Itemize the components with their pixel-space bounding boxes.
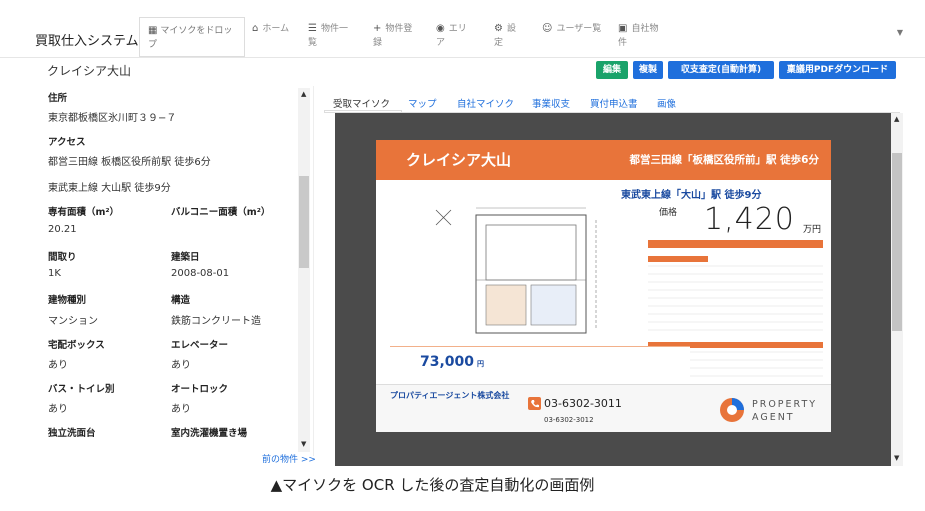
doc-rent: 73,000 円 (420, 354, 485, 370)
nav-item-own-properties[interactable]: ▣ 自社物件 (618, 22, 662, 50)
nav-item-area[interactable]: ◉ エリア (436, 22, 472, 50)
dropzone-label: マイソクをドロップ (148, 26, 233, 50)
phone-icon (528, 397, 541, 410)
nav-item-property-list[interactable]: ☰ 物件一覧 (308, 22, 352, 50)
figure-caption: ▲マイソクを OCR した後の査定自動化の画面例 (270, 476, 595, 494)
doc-access-line-1: 都営三田線「板橋区役所前」駅 徒歩6分 (629, 154, 819, 166)
scroll-up-icon[interactable]: ▲ (301, 90, 306, 98)
doc-price-label: 価格 (659, 208, 678, 218)
doc-price: 1,420 (704, 202, 795, 237)
copy-button[interactable]: 複製 (633, 61, 663, 79)
tab-images[interactable]: 画像 (657, 96, 676, 110)
bath-toilet-label: バス・トイレ別 (48, 384, 115, 395)
property-details-panel: 住所 東京都板橋区氷川町３９−７ アクセス 都営三田線 板橋区役所前駅 徒歩6分… (38, 86, 314, 456)
nav-item-home[interactable]: ⌂ ホーム (252, 22, 292, 36)
active-tab-indicator (324, 110, 402, 112)
tab-received-maisoku[interactable]: 受取マイソク (333, 96, 390, 110)
built-label: 建築日 (171, 252, 200, 263)
tab-business-income[interactable]: 事業収支 (532, 96, 570, 110)
address-value: 東京都板橋区氷川町３９−７ (48, 113, 177, 124)
access-value-2: 東武東上線 大山駅 徒歩9分 (48, 183, 171, 194)
elevator-label: エレベーター (171, 340, 229, 351)
area-value: 20.21 (48, 224, 77, 235)
elevator-value: あり (171, 360, 191, 371)
edit-button[interactable]: 編集 (596, 61, 628, 79)
doc-company-name: プロパティエージェント株式会社 (390, 391, 510, 400)
doc-property-name: クレイシア大山 (406, 151, 512, 169)
prev-property-link[interactable]: 前の物件 >> (262, 452, 316, 465)
doc-access-line-2: 東武東上線「大山」駅 徒歩9分 (621, 190, 762, 201)
layout-label: 間取り (48, 252, 77, 263)
document-scrollbar[interactable]: ▲ ▼ (891, 113, 903, 466)
bath-toilet-value: あり (48, 404, 68, 415)
scroll-down-icon[interactable]: ▼ (301, 440, 306, 448)
building-icon: ▣ (618, 23, 628, 34)
laundry-label: 室内洗濯機置き場 (171, 428, 248, 439)
access-label: アクセス (48, 137, 86, 148)
structure-value: 鉄筋コンクリート造 (171, 316, 261, 327)
home-icon: ⌂ (252, 23, 259, 34)
file-icon: ▦ (148, 25, 158, 36)
page-title: クレイシア大山 (47, 64, 132, 78)
document-scrollbar-thumb[interactable] (892, 153, 902, 331)
nav-item-users[interactable]: ☺ ユーザー覧 (542, 22, 602, 36)
balcony-label: バルコニー面積（m²） (171, 207, 271, 218)
doc-scroll-down-icon[interactable]: ▼ (894, 454, 899, 462)
users-icon: ☺ (542, 23, 553, 34)
list-icon: ☰ (308, 23, 317, 34)
tab-own-maisoku[interactable]: 自社マイソク (457, 96, 514, 110)
autolock-label: オートロック (171, 384, 229, 395)
structure-label: 構造 (171, 295, 191, 306)
address-label: 住所 (48, 93, 68, 104)
details-scrollbar-thumb[interactable] (299, 176, 309, 268)
floor-plan-image (435, 207, 597, 334)
doc-scroll-up-icon[interactable]: ▲ (894, 115, 899, 123)
pdf-download-button[interactable]: 稟議用PDFダウンロード (779, 61, 896, 79)
pin-icon: ◉ (436, 23, 445, 34)
built-value: 2008-08-01 (171, 268, 230, 279)
app-brand[interactable]: 買取仕入システム (35, 30, 139, 49)
delivery-box-value: あり (48, 360, 68, 371)
area-label: 専有面積（m²） (48, 207, 120, 218)
nav-item-property-register[interactable]: + 物件登録 (373, 22, 421, 50)
tab-purchase-application[interactable]: 買付申込書 (590, 96, 638, 110)
property-agent-logo-icon (720, 398, 744, 422)
details-scrollbar[interactable]: ▲ ▼ (298, 88, 310, 452)
calc-button[interactable]: 収支査定(自動計算) (668, 61, 774, 79)
doc-price-unit: 万円 (803, 225, 822, 235)
delivery-box-label: 宅配ボックス (48, 340, 105, 351)
tab-map[interactable]: マップ (408, 96, 437, 110)
autolock-value: あり (171, 404, 191, 415)
plus-icon: + (373, 23, 382, 34)
vanity-label: 独立洗面台 (48, 428, 96, 439)
doc-phone: 03-6302-3011 (544, 397, 622, 410)
user-menu-caret-icon[interactable]: ▼ (897, 28, 903, 37)
document-header-band: クレイシア大山 都営三田線「板橋区役所前」駅 徒歩6分 (376, 140, 831, 180)
gear-icon: ⚙ (494, 23, 503, 34)
layout-value: 1K (48, 268, 61, 279)
property-agent-logo: PROPERTY AGENT (752, 399, 818, 423)
access-value-1: 都営三田線 板橋区役所前駅 徒歩6分 (48, 157, 211, 168)
maisoku-document: クレイシア大山 都営三田線「板橋区役所前」駅 徒歩6分 東武東上線「大山」駅 徒… (376, 140, 831, 432)
type-label: 建物種別 (48, 295, 87, 306)
type-value: マンション (48, 316, 98, 327)
nav-item-settings[interactable]: ⚙ 設定 (494, 22, 524, 50)
doc-fax: 03-6302-3012 (544, 416, 594, 424)
top-navbar: 買取仕入システム ▦ マイソクをドロップ ⌂ ホーム ☰ 物件一覧 + 物件登録 ◉ エ… (0, 0, 925, 58)
maisoku-dropzone[interactable]: ▦ マイソクをドロップ (139, 17, 245, 57)
